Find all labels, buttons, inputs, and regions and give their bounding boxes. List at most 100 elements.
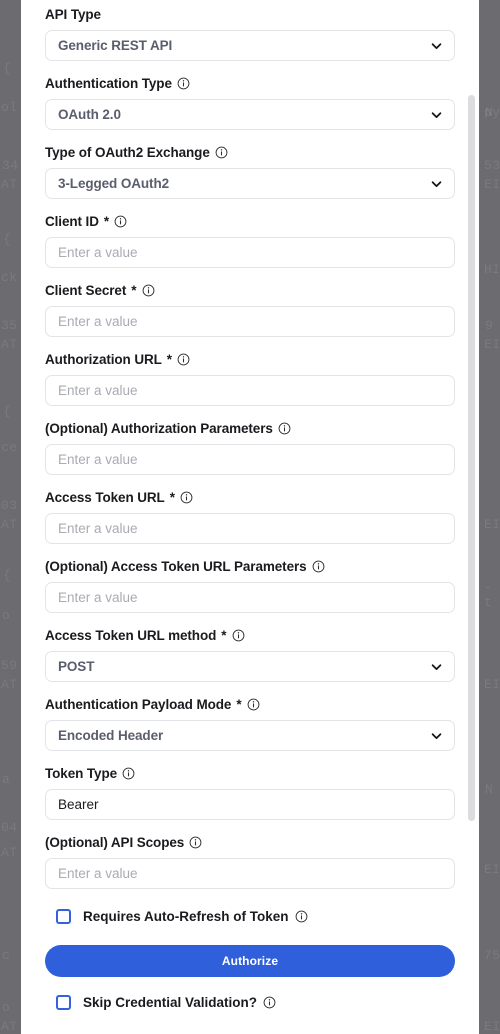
backdrop-text-fragment: AT [1, 1019, 18, 1034]
info-icon[interactable] [215, 146, 228, 159]
input-client-secret[interactable]: Enter a value [45, 306, 455, 337]
panel-scrollbar[interactable] [468, 95, 475, 821]
label-authorization-parameters: (Optional) Authorization Parameters [45, 420, 455, 437]
checkbox-skip-credential-validation[interactable] [56, 995, 71, 1010]
backdrop-text-fragment: EI [484, 177, 500, 192]
backdrop-text-fragment: { [3, 232, 12, 247]
chevron-down-icon[interactable] [430, 660, 443, 673]
backdrop-text-fragment: EI [484, 862, 500, 877]
chevron-down-icon[interactable] [430, 108, 443, 121]
select-type-of-oauth2-exchange[interactable]: 3-Legged OAuth2 [45, 168, 455, 199]
input-token-type[interactable]: Bearer [45, 789, 455, 820]
label-authentication-payload-mode: Authentication Payload Mode * [45, 696, 455, 713]
input-placeholder: Enter a value [58, 383, 138, 398]
backdrop-text-fragment: HI [484, 262, 500, 277]
chevron-down-icon[interactable] [430, 39, 443, 52]
input-authorization-parameters[interactable]: Enter a value [45, 444, 455, 475]
checkbox-row-skip-credential-validation[interactable]: Skip Credential Validation? [56, 995, 455, 1010]
select-authentication-type[interactable]: OAuth 2.0 [45, 99, 455, 130]
backdrop-text-fragment: AT [1, 177, 18, 192]
backdrop-text-fragment: -t [484, 580, 493, 610]
label-client-secret: Client Secret * [45, 282, 455, 299]
label-text: Access Token URL [45, 490, 165, 505]
checkbox-label-requires-auto-refresh-of-token[interactable]: Requires Auto-Refresh of Token [83, 909, 308, 924]
authorize-button[interactable]: Authorize [45, 945, 455, 977]
chevron-down-icon[interactable] [430, 177, 443, 190]
backdrop-text-fragment: c [2, 948, 11, 963]
label-text: (Optional) API Scopes [45, 835, 185, 850]
label-text: (Optional) Access Token URL Parameters [45, 559, 307, 574]
backdrop-text-fragment: AT [1, 337, 18, 352]
label-text: Client ID [45, 214, 99, 229]
label-client-id: Client ID * [45, 213, 455, 230]
credential-config-panel: API Type Generic REST API Authentication T… [21, 0, 479, 1034]
field-token-type: Token Type Bearer [45, 765, 455, 820]
backdrop-text-fragment: AT [1, 677, 18, 692]
info-icon[interactable] [232, 629, 245, 642]
info-icon[interactable] [247, 698, 260, 711]
label-access-token-url-parameters: (Optional) Access Token URL Parameters [45, 558, 455, 575]
required-asterisk: * [131, 283, 137, 298]
info-icon[interactable] [114, 215, 127, 228]
label-token-type: Token Type [45, 765, 455, 782]
backdrop-text-fragment: 35 [1, 318, 18, 333]
selected-value: Generic REST API [58, 38, 173, 53]
input-access-token-url[interactable]: Enter a value [45, 513, 455, 544]
backdrop-text-fragment: { [3, 568, 12, 583]
input-placeholder: Enter a value [58, 866, 138, 881]
input-access-token-url-parameters[interactable]: Enter a value [45, 582, 455, 613]
input-client-id[interactable]: Enter a value [45, 237, 455, 268]
label-api-type: API Type [45, 6, 455, 23]
input-authorization-url[interactable]: Enter a value [45, 375, 455, 406]
label-text: Authentication Type [45, 76, 172, 91]
info-icon[interactable] [295, 910, 308, 923]
label-text: Client Secret [45, 283, 127, 298]
label-type-of-oauth2-exchange: Type of OAuth2 Exchange [45, 144, 455, 161]
checkbox-row-requires-auto-refresh-of-token[interactable]: Requires Auto-Refresh of Token [56, 909, 455, 924]
label-api-scopes: (Optional) API Scopes [45, 834, 455, 851]
select-authentication-payload-mode[interactable]: Encoded Header [45, 720, 455, 751]
field-api-type: API Type Generic REST API [45, 6, 455, 61]
checkbox-label-text: Requires Auto-Refresh of Token [83, 909, 289, 924]
label-access-token-url-method: Access Token URL method * [45, 627, 455, 644]
label-authentication-type: Authentication Type [45, 75, 455, 92]
info-icon[interactable] [263, 996, 276, 1009]
label-text: Access Token URL method [45, 628, 217, 643]
input-api-scopes[interactable]: Enter a value [45, 858, 455, 889]
required-asterisk: * [166, 352, 173, 367]
field-authorization-url: Authorization URL * Enter a value [45, 351, 455, 406]
backdrop-text-fragment: N [485, 105, 494, 120]
backdrop-text-fragment: 9 [485, 318, 494, 333]
backdrop-text-fragment: AT [1, 517, 18, 532]
backdrop-text-fragment: N [485, 782, 494, 797]
clipped-row-container: Skip Credential Validation? [45, 995, 455, 1011]
input-placeholder: Enter a value [58, 521, 138, 536]
info-icon[interactable] [177, 353, 190, 366]
backdrop-text-fragment: a [2, 772, 11, 787]
backdrop-text-fragment: { [3, 61, 12, 76]
info-icon[interactable] [142, 284, 155, 297]
info-icon[interactable] [177, 77, 190, 90]
select-access-token-url-method[interactable]: POST [45, 651, 455, 682]
label-text: Authorization URL [45, 352, 162, 367]
backdrop-text-fragment: EI [484, 517, 500, 532]
info-icon[interactable] [312, 560, 325, 573]
info-icon[interactable] [122, 767, 135, 780]
backdrop-text-fragment: ce [1, 440, 18, 455]
chevron-down-icon[interactable] [430, 729, 443, 742]
info-icon[interactable] [180, 491, 193, 504]
field-client-secret: Client Secret * Enter a value [45, 282, 455, 337]
info-icon[interactable] [278, 422, 291, 435]
credential-form: API Type Generic REST API Authentication T… [21, 0, 479, 1034]
selected-value: POST [58, 659, 95, 674]
checkbox-label-text: Skip Credential Validation? [83, 995, 258, 1010]
backdrop-text-fragment: 34 [2, 158, 19, 173]
field-access-token-url-parameters: (Optional) Access Token URL Parameters En… [45, 558, 455, 613]
checkbox-label-skip-credential-validation[interactable]: Skip Credential Validation? [83, 995, 276, 1010]
select-api-type[interactable]: Generic REST API [45, 30, 455, 61]
field-client-id: Client ID * Enter a value [45, 213, 455, 268]
checkbox-requires-auto-refresh-of-token[interactable] [56, 909, 71, 924]
required-asterisk: * [169, 490, 175, 505]
info-icon[interactable] [189, 836, 202, 849]
field-type-of-oauth2-exchange: Type of OAuth2 Exchange 3-Legged OAuth2 [45, 144, 455, 199]
